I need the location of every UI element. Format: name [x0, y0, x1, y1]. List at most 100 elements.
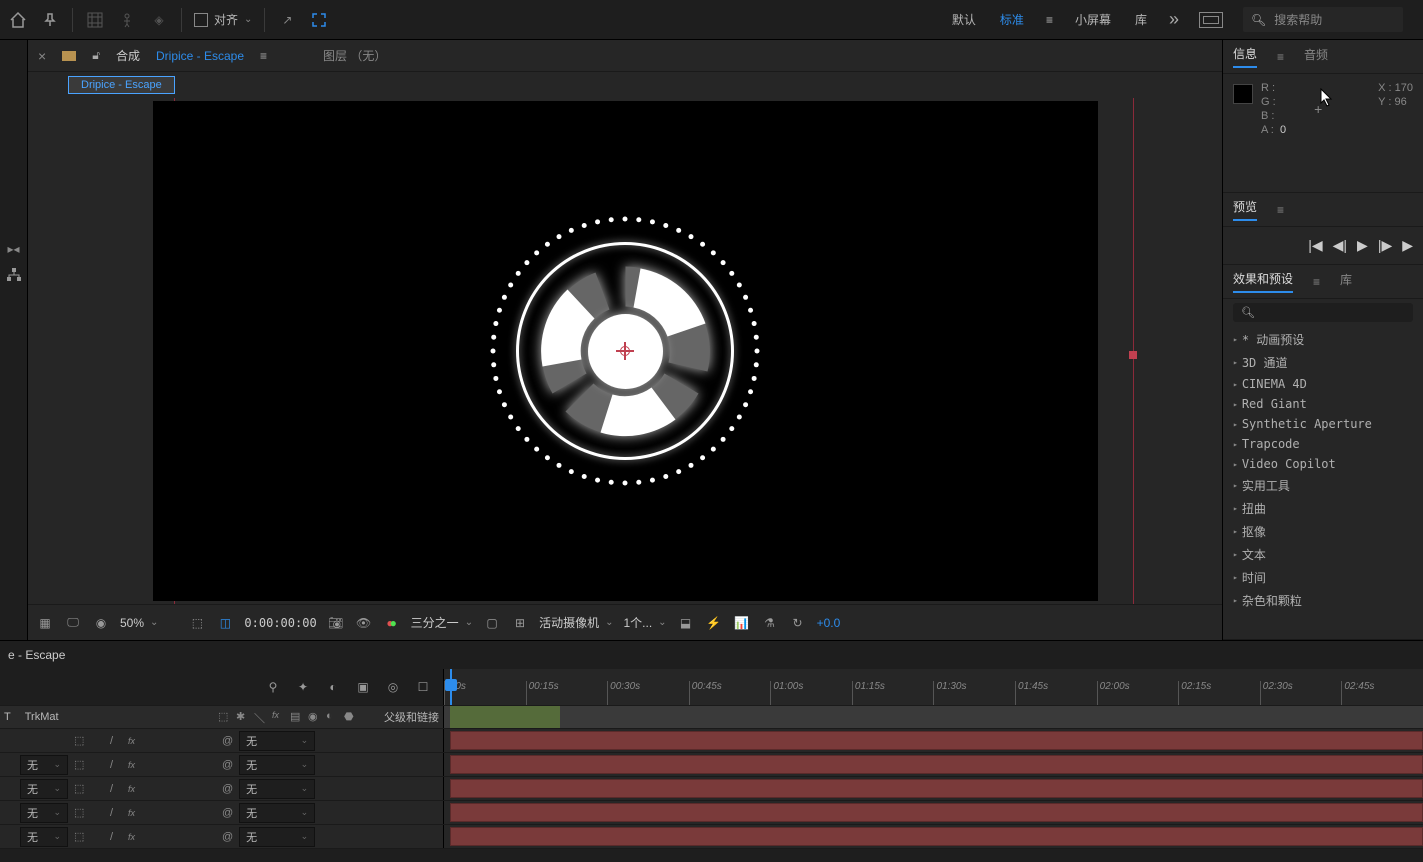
timeline-icon[interactable]: 📊 — [733, 614, 751, 632]
pixel-ratio-icon[interactable]: ⬓ — [677, 614, 695, 632]
playhead[interactable] — [450, 669, 452, 705]
region-icon[interactable]: ⬚ — [188, 614, 206, 632]
switch-icon[interactable]: ⬚ — [74, 782, 86, 795]
slash-icon[interactable]: / — [110, 807, 122, 819]
trkmat-dropdown[interactable]: 无 — [20, 827, 68, 847]
ws-tab-standard[interactable]: 标准 — [998, 7, 1026, 32]
switch-icon[interactable]: ⬚ — [74, 734, 86, 747]
puppet-icon[interactable] — [117, 10, 137, 30]
channel-icon[interactable]: ●● — [383, 614, 401, 632]
effects-search[interactable]: 🔍︎ — [1233, 303, 1413, 322]
work-area[interactable] — [450, 706, 560, 728]
effects-category[interactable]: * 动画预设 — [1223, 328, 1423, 351]
fx-icon[interactable]: fx — [128, 760, 140, 770]
effects-category[interactable]: 时间 — [1223, 566, 1423, 589]
slash-icon[interactable]: / — [110, 783, 122, 795]
col-blend-icon[interactable]: ▤ — [290, 710, 304, 724]
zoom-dropdown[interactable]: 50% — [120, 616, 158, 630]
effects-category[interactable]: 扭曲 — [1223, 497, 1423, 520]
ws-tab-small[interactable]: 小屏幕 — [1073, 7, 1113, 32]
views-dropdown[interactable]: 1个... — [623, 614, 666, 631]
fx-icon[interactable]: fx — [128, 784, 140, 794]
show-snapshot-icon[interactable]: 👁 — [355, 614, 373, 632]
effects-category[interactable]: 实用工具 — [1223, 474, 1423, 497]
hierarchy-icon[interactable] — [5, 266, 23, 284]
tab-info[interactable]: 信息 — [1233, 45, 1257, 68]
effects-category[interactable]: Video Copilot — [1223, 454, 1423, 474]
camera-dropdown[interactable]: 活动摄像机 — [539, 614, 613, 631]
slash-icon[interactable]: / — [110, 735, 122, 747]
parent-dropdown[interactable]: 无 — [239, 779, 315, 799]
col-3d-icon[interactable]: ⬣ — [344, 710, 358, 724]
time-ruler[interactable]: :00s00:15s00:30s00:45s01:00s01:15s01:30s… — [444, 669, 1423, 705]
tl-graph-icon[interactable]: ☐ — [413, 677, 433, 697]
parent-dropdown[interactable]: 无 — [239, 731, 315, 751]
parent-dropdown[interactable]: 无 — [239, 827, 315, 847]
fx-icon[interactable]: fx — [128, 736, 140, 746]
home-icon[interactable] — [8, 10, 28, 30]
timeline-tab[interactable]: e - Escape — [8, 648, 65, 662]
layer-bar[interactable] — [450, 731, 1423, 750]
flowchart-pill[interactable]: Dripice - Escape — [68, 76, 175, 94]
effects-category[interactable]: 3D 通道 — [1223, 351, 1423, 374]
close-tab-icon[interactable]: × — [38, 48, 46, 64]
pin2-icon[interactable]: ◈ — [149, 10, 169, 30]
flow-icon[interactable]: ▸◂ — [5, 240, 23, 258]
snap-chevron-icon[interactable]: ⌄ — [244, 14, 252, 25]
switch-icon[interactable]: ⬚ — [74, 806, 86, 819]
play-icon[interactable]: ▶ — [1357, 237, 1368, 254]
layer-tab[interactable]: 图层 （无） — [323, 47, 386, 64]
mask-icon[interactable]: ◉ — [92, 614, 110, 632]
exposure-value[interactable]: +0.0 — [817, 616, 841, 630]
pickwhip-icon[interactable]: @ — [222, 783, 233, 795]
lock-icon[interactable]: 🔓︎ — [92, 48, 100, 63]
roi-icon[interactable]: ▢ — [483, 614, 501, 632]
col-fx-icon[interactable]: fx — [272, 710, 286, 724]
tl-motion-blur-icon[interactable]: ◎ — [383, 677, 403, 697]
canvas-area[interactable] — [28, 98, 1222, 604]
parent-dropdown[interactable]: 无 — [239, 755, 315, 775]
col-adj-icon[interactable]: ◐ — [326, 710, 340, 724]
col-switch-icon[interactable]: ⬚ — [218, 710, 232, 724]
pickwhip-icon[interactable]: @ — [222, 831, 233, 843]
handle-right[interactable] — [1129, 351, 1137, 359]
tab-preview[interactable]: 预览 — [1233, 198, 1257, 221]
grid-toggle-icon[interactable]: ▦ — [36, 614, 54, 632]
effects-category[interactable]: Red Giant — [1223, 394, 1423, 414]
effects-category[interactable]: CINEMA 4D — [1223, 374, 1423, 394]
panel-menu-icon[interactable] — [1199, 12, 1223, 28]
effects-category[interactable]: 文本 — [1223, 543, 1423, 566]
ws-tab-library[interactable]: 库 — [1133, 7, 1149, 32]
timecode[interactable]: 0:00:00:00 — [244, 616, 316, 630]
col-mb-icon[interactable]: ◉ — [308, 710, 322, 724]
tl-frame-blend-icon[interactable]: ▣ — [353, 677, 373, 697]
mesh-icon[interactable] — [85, 10, 105, 30]
tab-effects[interactable]: 效果和预设 — [1233, 270, 1293, 293]
grid2-icon[interactable]: ⊞ — [511, 614, 529, 632]
effects-menu-icon[interactable]: ≡ — [1313, 275, 1320, 289]
fast-preview-icon[interactable]: ⚡ — [705, 614, 723, 632]
layer-row[interactable]: 无 ⬚/fx @ 无 — [0, 801, 1423, 825]
expand-icon[interactable] — [309, 10, 329, 30]
effects-category[interactable]: 抠像 — [1223, 520, 1423, 543]
effects-category[interactable]: 杂色和颗粒 — [1223, 589, 1423, 612]
pin-icon[interactable] — [40, 10, 60, 30]
snap-checkbox[interactable] — [194, 13, 208, 27]
pickwhip-icon[interactable]: @ — [222, 807, 233, 819]
tl-shy-icon[interactable]: ◐ — [323, 677, 343, 697]
layer-row[interactable]: 无 ⬚/fx @ 无 — [0, 777, 1423, 801]
monitor-icon[interactable]: 🖵 — [64, 614, 82, 632]
comp-name[interactable]: Dripice - Escape — [156, 49, 244, 63]
snapshot-icon[interactable]: 📷︎ — [327, 614, 345, 632]
last-frame-icon[interactable]: ▶ — [1402, 237, 1413, 254]
trkmat-dropdown[interactable]: 无 — [20, 755, 68, 775]
pickwhip-icon[interactable]: @ — [222, 735, 233, 747]
layer-bar[interactable] — [450, 779, 1423, 798]
ws-tab-default[interactable]: 默认 — [950, 7, 978, 32]
layer-row[interactable]: 无 ⬚/fx @ 无 — [0, 753, 1423, 777]
col-solo-icon[interactable]: ＼ — [254, 710, 268, 724]
pickwhip-icon[interactable]: @ — [222, 759, 233, 771]
tab-audio[interactable]: 音频 — [1304, 46, 1328, 67]
layer-row[interactable]: 无 ⬚/fx @ 无 — [0, 825, 1423, 849]
trkmat-dropdown[interactable]: 无 — [20, 803, 68, 823]
